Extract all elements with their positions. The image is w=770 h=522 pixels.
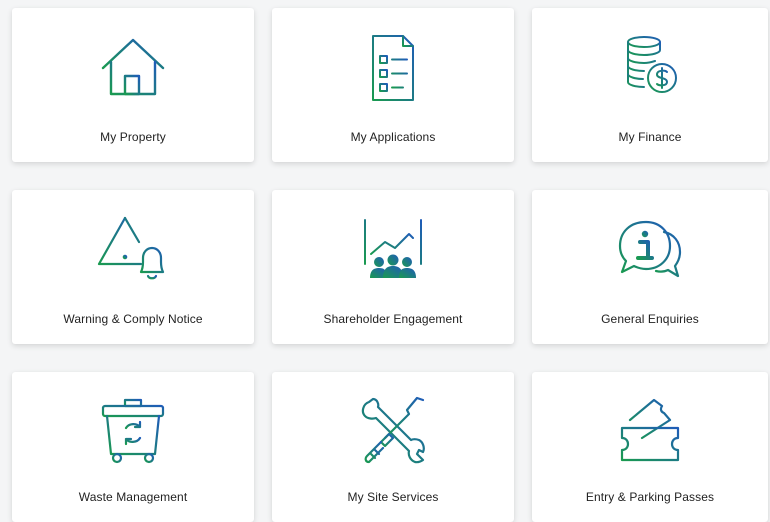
tile-my-site-services[interactable]: My Site Services [272, 372, 514, 522]
tile-waste-management[interactable]: Waste Management [12, 372, 254, 522]
tile-my-finance[interactable]: My Finance [532, 8, 768, 162]
presentation-audience-icon [355, 212, 431, 288]
tile-label: My Property [100, 130, 166, 144]
coins-dollar-icon [612, 30, 688, 106]
tile-label: Entry & Parking Passes [585, 490, 715, 504]
tile-label: Warning & Comply Notice [63, 312, 203, 326]
tile-label: Waste Management [78, 490, 188, 504]
tile-entry-parking-passes[interactable]: Entry & Parking Passes [532, 372, 768, 522]
tile-my-applications[interactable]: My Applications [272, 8, 514, 162]
warning-bell-icon [95, 212, 171, 288]
tickets-icon [612, 394, 688, 470]
tile-general-enquiries[interactable]: General Enquiries [532, 190, 768, 344]
info-chat-icon [612, 212, 688, 288]
document-checklist-icon [355, 30, 431, 106]
wrench-screwdriver-icon [355, 394, 431, 470]
tile-warning-comply-notice[interactable]: Warning & Comply Notice [12, 190, 254, 344]
tile-label: My Site Services [347, 490, 439, 504]
recycle-bin-icon [95, 394, 171, 470]
tile-label: My Applications [350, 130, 436, 144]
tile-label: General Enquiries [601, 312, 699, 326]
tile-shareholder-engagement[interactable]: Shareholder Engagement [272, 190, 514, 344]
tile-label: My Finance [618, 130, 682, 144]
house-icon [95, 30, 171, 106]
tile-my-property[interactable]: My Property [12, 8, 254, 162]
tile-label: Shareholder Engagement [323, 312, 463, 326]
